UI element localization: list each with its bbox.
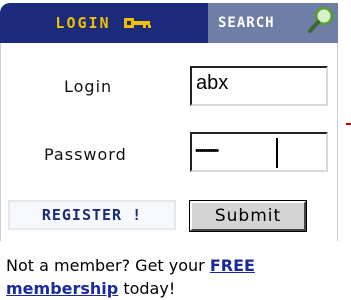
password-label: Password <box>44 145 127 164</box>
tab-login[interactable]: LOGIN <box>0 3 208 43</box>
membership-link[interactable]: membership <box>6 279 118 298</box>
register-button[interactable]: REGISTER ! <box>8 200 176 230</box>
free-link[interactable]: FREE <box>210 256 255 275</box>
login-input-value: abx <box>196 72 229 94</box>
membership-note-suffix: today! <box>118 279 176 298</box>
red-marker <box>346 123 351 125</box>
magnifier-icon <box>306 5 336 35</box>
submit-button[interactable]: Submit <box>189 200 307 232</box>
membership-note: Not a member? Get your FREE membership to… <box>6 254 346 300</box>
password-input[interactable]: •••••••••••• <box>190 132 328 172</box>
text-caret <box>276 138 278 168</box>
tab-search[interactable]: SEARCH <box>208 3 338 43</box>
login-label: Login <box>64 77 113 96</box>
submit-button-label: Submit <box>214 206 282 226</box>
key-icon <box>123 15 153 31</box>
tab-bar: LOGIN SEARCH <box>0 0 338 43</box>
login-input[interactable]: abx <box>190 66 328 106</box>
tab-search-label: SEARCH <box>218 15 275 31</box>
tab-login-label: LOGIN <box>55 14 111 32</box>
password-mask: •••••••••••• <box>195 145 219 157</box>
membership-note-prefix: Not a member? Get your <box>6 256 210 275</box>
register-button-label: REGISTER ! <box>41 206 143 224</box>
